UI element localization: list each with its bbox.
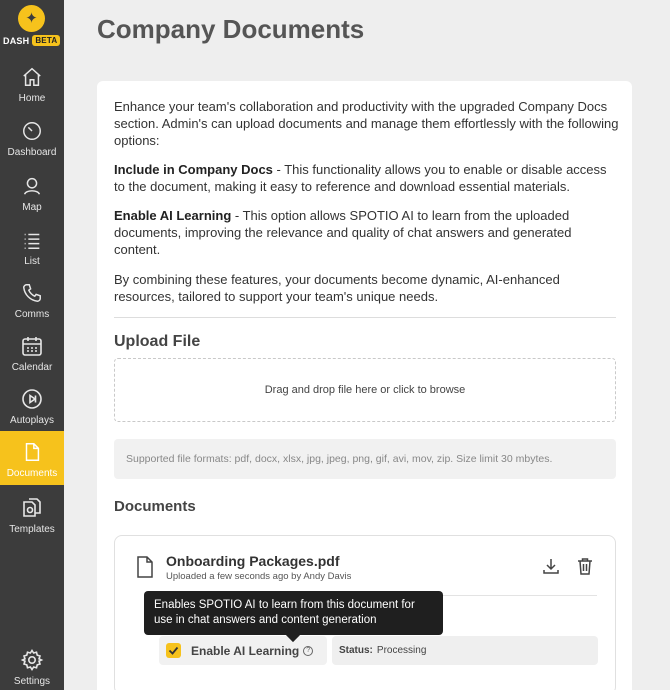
gear-icon	[19, 647, 45, 673]
sidebar-item-autoplays[interactable]: Autoplays	[0, 378, 64, 432]
document-name: Onboarding Packages.pdf	[166, 553, 340, 569]
trash-icon[interactable]	[577, 557, 593, 580]
phone-icon	[19, 280, 45, 306]
ai-learning-paragraph: Enable AI Learning - This option allows …	[114, 207, 619, 258]
include-docs-paragraph: Include in Company Docs - This functiona…	[114, 161, 619, 195]
ai-learning-term: Enable AI Learning	[114, 208, 232, 223]
sidebar-item-settings[interactable]: Settings	[0, 641, 64, 690]
ai-learning-label: Enable AI Learning	[191, 643, 300, 658]
sidebar-item-list[interactable]: List	[0, 219, 64, 273]
ai-learning-checkbox[interactable]	[166, 643, 181, 658]
brand-name: DASH BETA	[3, 35, 61, 46]
sidebar: ✦ DASH BETA Home Dashboard Map List Comms…	[0, 0, 64, 690]
sidebar-item-documents[interactable]: Documents	[0, 431, 64, 485]
play-circle-icon	[19, 386, 45, 412]
summary-paragraph: By combining these features, your docume…	[114, 272, 560, 304]
documents-heading: Documents	[114, 498, 196, 515]
file-icon	[136, 556, 154, 583]
templates-icon	[19, 495, 45, 521]
sidebar-item-label: Templates	[9, 524, 55, 535]
help-icon[interactable]: ?	[303, 645, 314, 656]
supported-formats-note: Supported file formats: pdf, docx, xlsx,…	[114, 439, 616, 479]
status-box: Status: Processing	[332, 636, 598, 665]
enable-ai-learning-toggle[interactable]: Enable AI Learning ?	[159, 636, 327, 665]
sidebar-item-label: List	[24, 256, 40, 267]
calendar-icon	[19, 333, 45, 359]
file-dropzone[interactable]: Drag and drop file here or click to brow…	[114, 358, 616, 422]
list-icon	[19, 227, 45, 253]
sidebar-item-label: Autoplays	[10, 415, 54, 426]
document-meta: Uploaded a few seconds ago by Andy Davis	[166, 571, 352, 582]
map-pin-icon	[19, 173, 45, 199]
dropzone-text: Drag and drop file here or click to brow…	[264, 384, 466, 396]
status-label: Status:	[339, 645, 373, 656]
sidebar-item-label: Settings	[13, 676, 51, 687]
sparkle-logo-icon: ✦	[18, 5, 45, 32]
download-icon[interactable]	[542, 557, 560, 580]
sidebar-item-calendar[interactable]: Calendar	[0, 325, 64, 379]
sidebar-item-label: Comms	[14, 309, 50, 320]
sidebar-item-dashboard[interactable]: Dashboard	[0, 110, 64, 164]
sidebar-item-map[interactable]: Map	[0, 165, 64, 219]
document-icon	[19, 439, 45, 465]
sidebar-item-comms[interactable]: Comms	[0, 272, 64, 326]
ai-learning-tooltip: Enables SPOTIO AI to learn from this doc…	[144, 591, 443, 635]
brand[interactable]: ✦ DASH BETA	[0, 0, 64, 52]
sidebar-item-label: Map	[22, 202, 42, 213]
sidebar-item-templates[interactable]: Templates	[0, 487, 64, 541]
check-icon	[168, 646, 179, 655]
sidebar-item-home[interactable]: Home	[0, 56, 64, 110]
sidebar-item-label: Documents	[6, 468, 58, 479]
brand-name-text: DASH	[3, 36, 30, 46]
include-docs-term: Include in Company Docs	[114, 162, 273, 177]
sidebar-item-label: Calendar	[11, 362, 53, 373]
sidebar-item-label: Dashboard	[7, 147, 57, 158]
status-value: Processing	[376, 645, 427, 656]
intro-paragraph: Enhance your team's collaboration and pr…	[114, 99, 619, 148]
formats-text: Supported file formats: pdf, docx, xlsx,…	[126, 453, 553, 465]
upload-heading: Upload File	[114, 333, 201, 350]
sidebar-item-label: Home	[18, 93, 46, 104]
page-title: Company Documents	[97, 14, 365, 44]
gauge-icon	[19, 118, 45, 144]
beta-badge: BETA	[32, 35, 61, 46]
home-icon	[19, 64, 45, 90]
divider	[114, 317, 616, 318]
